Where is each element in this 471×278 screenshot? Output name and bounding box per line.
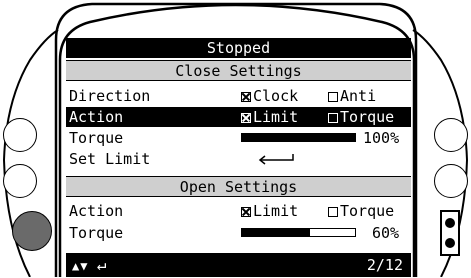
- footer-nav: ▲▼ ↵: [72, 253, 107, 278]
- right-button-middle[interactable]: [434, 164, 468, 198]
- open-torque-bar[interactable]: [241, 228, 356, 237]
- close-torque-label: Torque: [69, 129, 124, 147]
- close-action-option-limit-label: Limit: [253, 108, 299, 126]
- open-torque-label: Torque: [69, 224, 124, 242]
- enter-arrow-icon[interactable]: [256, 153, 296, 165]
- unchecked-box-icon: [328, 92, 338, 102]
- left-button-top[interactable]: [3, 118, 37, 152]
- left-button-bottom[interactable]: [12, 211, 52, 251]
- lcd-screen: Stopped Close Settings Direction Clock A…: [66, 38, 411, 277]
- open-action-row[interactable]: Action Limit Torque: [66, 201, 411, 221]
- close-settings-heading: Close Settings: [66, 60, 411, 81]
- status-title: Stopped: [206, 39, 271, 57]
- right-button-top[interactable]: [434, 118, 468, 152]
- open-settings-heading: Open Settings: [66, 176, 411, 197]
- left-button-middle[interactable]: [3, 164, 37, 198]
- enter-icon[interactable]: ↵: [97, 255, 108, 274]
- close-torque-bar-fill: [242, 134, 355, 141]
- close-action-label: Action: [69, 108, 124, 126]
- checked-box-icon: [241, 92, 251, 102]
- unchecked-box-icon: [328, 113, 338, 123]
- open-settings-heading-text: Open Settings: [179, 178, 298, 196]
- open-action-option-limit[interactable]: Limit: [241, 201, 298, 221]
- close-set-limit-row[interactable]: Set Limit: [66, 149, 411, 169]
- close-action-option-limit[interactable]: Limit: [241, 107, 298, 127]
- open-torque-value: 60%: [372, 224, 400, 242]
- unchecked-box-icon: [328, 207, 338, 217]
- close-direction-option-clock-label: Clock: [253, 87, 299, 105]
- close-action-option-torque-label: Torque: [340, 108, 395, 126]
- right-connector-icon: [440, 210, 460, 256]
- close-settings-heading-text: Close Settings: [175, 62, 302, 80]
- open-torque-bar-fill: [242, 229, 310, 236]
- close-set-limit-label: Set Limit: [69, 150, 151, 168]
- close-torque-row[interactable]: Torque 100%: [66, 128, 411, 148]
- close-action-row[interactable]: Action Limit Torque: [66, 107, 411, 127]
- up-arrow-icon[interactable]: ▲: [72, 259, 80, 273]
- page-indicator: 2/12: [366, 256, 403, 274]
- open-action-label: Action: [69, 202, 124, 220]
- close-direction-option-anti[interactable]: Anti: [328, 86, 376, 106]
- checked-box-icon: [241, 113, 251, 123]
- close-direction-row[interactable]: Direction Clock Anti: [66, 86, 411, 106]
- close-action-option-torque[interactable]: Torque: [328, 107, 394, 127]
- down-arrow-icon[interactable]: ▼: [80, 259, 88, 273]
- close-direction-option-clock[interactable]: Clock: [241, 86, 298, 106]
- close-direction-label: Direction: [69, 87, 151, 105]
- status-header: Stopped: [66, 38, 411, 58]
- open-action-option-limit-label: Limit: [253, 202, 299, 220]
- close-direction-option-anti-label: Anti: [340, 87, 377, 105]
- open-action-option-torque[interactable]: Torque: [328, 201, 394, 221]
- close-torque-bar[interactable]: [241, 133, 356, 142]
- open-action-option-torque-label: Torque: [340, 202, 395, 220]
- open-torque-row[interactable]: Torque 60%: [66, 223, 411, 243]
- footer-bar: ▲▼ ↵ 2/12: [66, 253, 411, 277]
- close-torque-value: 100%: [363, 129, 400, 147]
- checked-box-icon: [241, 207, 251, 217]
